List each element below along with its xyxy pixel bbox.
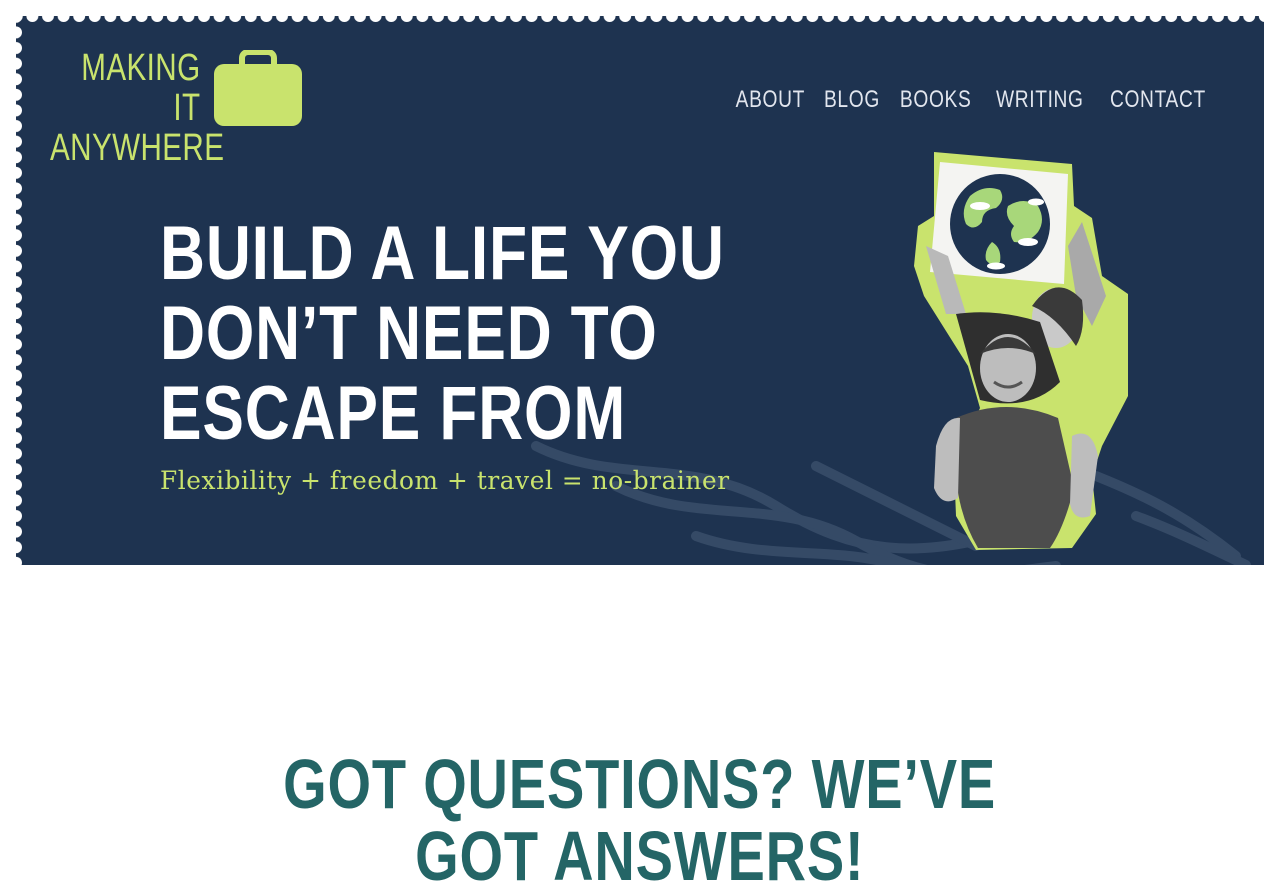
- faq-heading-line-1: GOT QUESTIONS? WE’VE: [283, 745, 997, 823]
- hero-tagline: Flexibility + freedom + travel = no-brai…: [160, 466, 730, 495]
- logo-line-1: MAKING IT: [81, 47, 201, 129]
- faq-heading-line-2: GOT ANSWERS!: [415, 817, 865, 895]
- nav-writing[interactable]: WRITING: [996, 86, 1084, 114]
- suitcase-icon: [214, 50, 302, 126]
- hero-section: MAKING IT ANYWHERE ABOUT BLOG BOOKS WRIT…: [16, 16, 1264, 565]
- headline-line-1: BUILD A LIFE YOU: [160, 211, 725, 296]
- nav-contact[interactable]: CONTACT: [1110, 86, 1206, 114]
- logo-line-2: ANYWHERE: [50, 127, 225, 169]
- main-navigation: ABOUT BLOG BOOKS WRITING CONTACT: [735, 86, 1210, 114]
- faq-heading: GOT QUESTIONS? WE’VE GOT ANSWERS!: [0, 748, 1280, 892]
- nav-about[interactable]: ABOUT: [735, 86, 804, 114]
- site-logo[interactable]: MAKING IT ANYWHERE: [50, 48, 320, 168]
- nav-books[interactable]: BOOKS: [900, 86, 971, 114]
- headline-line-2: DON’T NEED TO: [160, 291, 658, 376]
- hero-headline: BUILD A LIFE YOU DON’T NEED TO ESCAPE FR…: [160, 211, 725, 456]
- logo-wordmark: MAKING IT ANYWHERE: [50, 47, 225, 169]
- nav-blog[interactable]: BLOG: [824, 86, 880, 114]
- couple-holding-globe-sign-photo: [914, 152, 1128, 550]
- headline-line-3: ESCAPE FROM: [160, 371, 627, 456]
